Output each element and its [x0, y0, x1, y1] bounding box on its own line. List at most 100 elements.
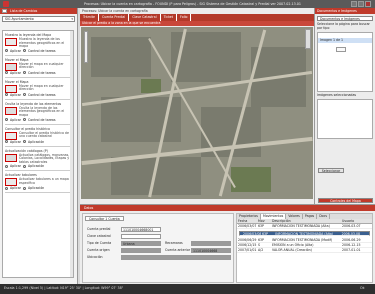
- task-description: Mover el mapa en cualquier dirección: [19, 61, 64, 70]
- right-panel: Documentos e Imágenes Documentos e Imáge…: [314, 8, 375, 204]
- document-list[interactable]: Imagen 1 de 1: [317, 32, 373, 93]
- table-row[interactable]: 2006/03/07 63P INFORMACION TESTIMONIADA (A…: [237, 224, 372, 229]
- status-bar: Escala 1:1,299 (Nivel 5) | Latitud: N19°…: [0, 284, 375, 294]
- table-cell: 2006/12/15: [238, 243, 257, 247]
- layer-select-value: SIG Ayuntamiento: [5, 17, 34, 21]
- radio-label: Aplicar: [10, 164, 21, 169]
- radio-button[interactable]: [5, 140, 8, 144]
- table-cell: A/2: [258, 248, 264, 252]
- tab-clave-catastral[interactable]: Clave Catastral: [129, 14, 161, 21]
- task-heading[interactable]: Actualización catálogos (P): [5, 149, 71, 153]
- radio-button[interactable]: [5, 118, 8, 122]
- radio-button[interactable]: [5, 93, 8, 97]
- minimize-button[interactable]: [351, 1, 357, 7]
- radio-button[interactable]: [23, 93, 26, 97]
- table-cell: 63P: [258, 238, 264, 242]
- column-header[interactable]: Descripción: [271, 219, 341, 223]
- table-cell: 2006/03/08: [243, 232, 261, 235]
- field-label: Cuenta origen: [87, 248, 110, 252]
- table-row[interactable]: 2006/03/08 63P INFORMACION TESTIMONIADA (A…: [239, 231, 370, 236]
- radio-button[interactable]: [23, 49, 26, 53]
- radio-label: Aplicar: [10, 117, 21, 122]
- task-block: Oculta la leyenda de los elementos geo..…: [5, 102, 71, 125]
- map-controls-button[interactable]: Controles del Mapa: [318, 198, 373, 203]
- maximize-button[interactable]: [358, 1, 364, 7]
- radio-label: Aplicación: [28, 164, 45, 169]
- table-cell: INFORMACION TESTIMONIADA (Alta): [272, 224, 330, 228]
- table-cell: 2006/03/07: [238, 224, 257, 228]
- selected-images: [317, 98, 373, 139]
- field-label: Tipo de Cuenta: [87, 241, 112, 245]
- account-field[interactable]: 111010004668001: [121, 227, 161, 232]
- radio-label: Aplicar: [10, 186, 21, 191]
- tab-ticket[interactable]: Ticket: [161, 14, 178, 21]
- satellite-map[interactable]: [81, 27, 313, 199]
- task-block: Consultar el predio histórico Consultar e…: [5, 127, 71, 147]
- left-panel-title: Lista de Cambios: [10, 9, 38, 13]
- radio-button[interactable]: [23, 164, 26, 168]
- radio-button[interactable]: [5, 49, 8, 53]
- tab-cuenta-predial[interactable]: Cuenta Predial: [99, 14, 130, 21]
- tab-folio[interactable]: Folio: [177, 14, 192, 21]
- select-button[interactable]: Seleccionar: [318, 168, 344, 173]
- radio-button[interactable]: [23, 118, 26, 122]
- tab-consultar-cuenta[interactable]: Consultar 1 Cuenta: [85, 216, 124, 221]
- task-description: Actualiza catálogos, manzanas, Colonias,…: [19, 152, 70, 164]
- bottom-panel: Datos Consultar 1 Cuenta Cuenta predial …: [80, 204, 375, 284]
- radio-button[interactable]: [23, 186, 26, 190]
- close-icon[interactable]: [2, 9, 7, 13]
- task-thumbnail: [5, 106, 17, 115]
- table-cell: 2006-06-29: [342, 238, 361, 242]
- task-description: Mover el mapa en cualquier dirección: [19, 83, 64, 92]
- tab-tramite[interactable]: Trámite: [80, 14, 99, 21]
- document-select[interactable]: Documentos e Imágenes: [317, 16, 373, 21]
- cadastral-key-field[interactable]: [121, 234, 161, 239]
- table-cell: 63P: [258, 224, 264, 228]
- radio-label: Control de tareas: [28, 70, 56, 75]
- document-thumbnail[interactable]: [336, 47, 346, 53]
- radio-button[interactable]: [23, 71, 26, 75]
- close-button[interactable]: [365, 1, 371, 7]
- radio-label: Aplicación: [28, 186, 45, 191]
- left-panel-header: Lista de Cambios: [0, 8, 77, 14]
- document-select-value: Documentos e Imágenes: [320, 17, 360, 21]
- layer-select[interactable]: SIG Ayuntamiento ▾: [2, 16, 75, 22]
- chevron-down-icon: ▾: [71, 17, 73, 21]
- table-row[interactable]: 2007/01/01 A/2 VALOR ANUAL (Creación) 2007-…: [237, 248, 372, 253]
- location-field: [121, 255, 231, 260]
- task-thumbnail: [5, 38, 17, 46]
- field-label: Cuenta predial: [87, 227, 111, 231]
- radio-button[interactable]: [5, 164, 8, 168]
- task-heading[interactable]: Consultar el predio histórico: [5, 127, 71, 131]
- list-item[interactable]: Imagen 1 de 1: [318, 38, 372, 44]
- column-header[interactable]: Fecha: [237, 219, 257, 223]
- radio-button[interactable]: [5, 186, 8, 190]
- task-description: Oculta la leyenda de los elementos geogr…: [19, 105, 65, 117]
- radio-button[interactable]: [23, 140, 26, 144]
- table-cell: EMISION a un Oficio (Alta): [272, 243, 314, 247]
- map-tools[interactable]: [305, 29, 311, 49]
- origin-account-field: [121, 248, 161, 253]
- task-thumbnail: [5, 84, 17, 93]
- map-subheader: Ubicar el predio a la zona en la que se …: [80, 21, 314, 26]
- movements-grid: Propietarios Movimientos Valores Pagos D…: [236, 213, 373, 283]
- table-cell: 2006/06/29: [238, 238, 257, 242]
- column-header[interactable]: Usuario: [341, 219, 371, 223]
- zoom-slider[interactable]: [84, 31, 88, 63]
- field-label: Recamaras: [165, 241, 183, 245]
- task-block: Mover el Mapa Mover el mapa en cualquier …: [5, 58, 71, 78]
- left-panel: Lista de Cambios SIG Ayuntamiento ▾ Mues…: [0, 8, 78, 284]
- main-panel: Procesos: Ubicar la cuenta en cartografí…: [80, 8, 314, 204]
- radio-label: Aplicar: [10, 70, 21, 75]
- window-title: Procesos: Ubicar la cuenta en cartografí…: [84, 2, 301, 6]
- rooms-field: [191, 241, 231, 246]
- previous-account-field: 111010004668: [191, 248, 231, 253]
- radio-label: Aplicar: [10, 92, 21, 97]
- column-header[interactable]: Mov: [257, 219, 271, 223]
- title-bar: Procesos: Ubicar la cuenta en cartografí…: [0, 0, 375, 8]
- scrollbar[interactable]: [70, 31, 73, 277]
- radio-button[interactable]: [5, 71, 8, 75]
- task-block: Mover el Mapa Mover el mapa en cualquier …: [5, 80, 71, 100]
- radio-label: Aplicación: [28, 139, 45, 144]
- account-type-field: Urbana: [121, 241, 161, 246]
